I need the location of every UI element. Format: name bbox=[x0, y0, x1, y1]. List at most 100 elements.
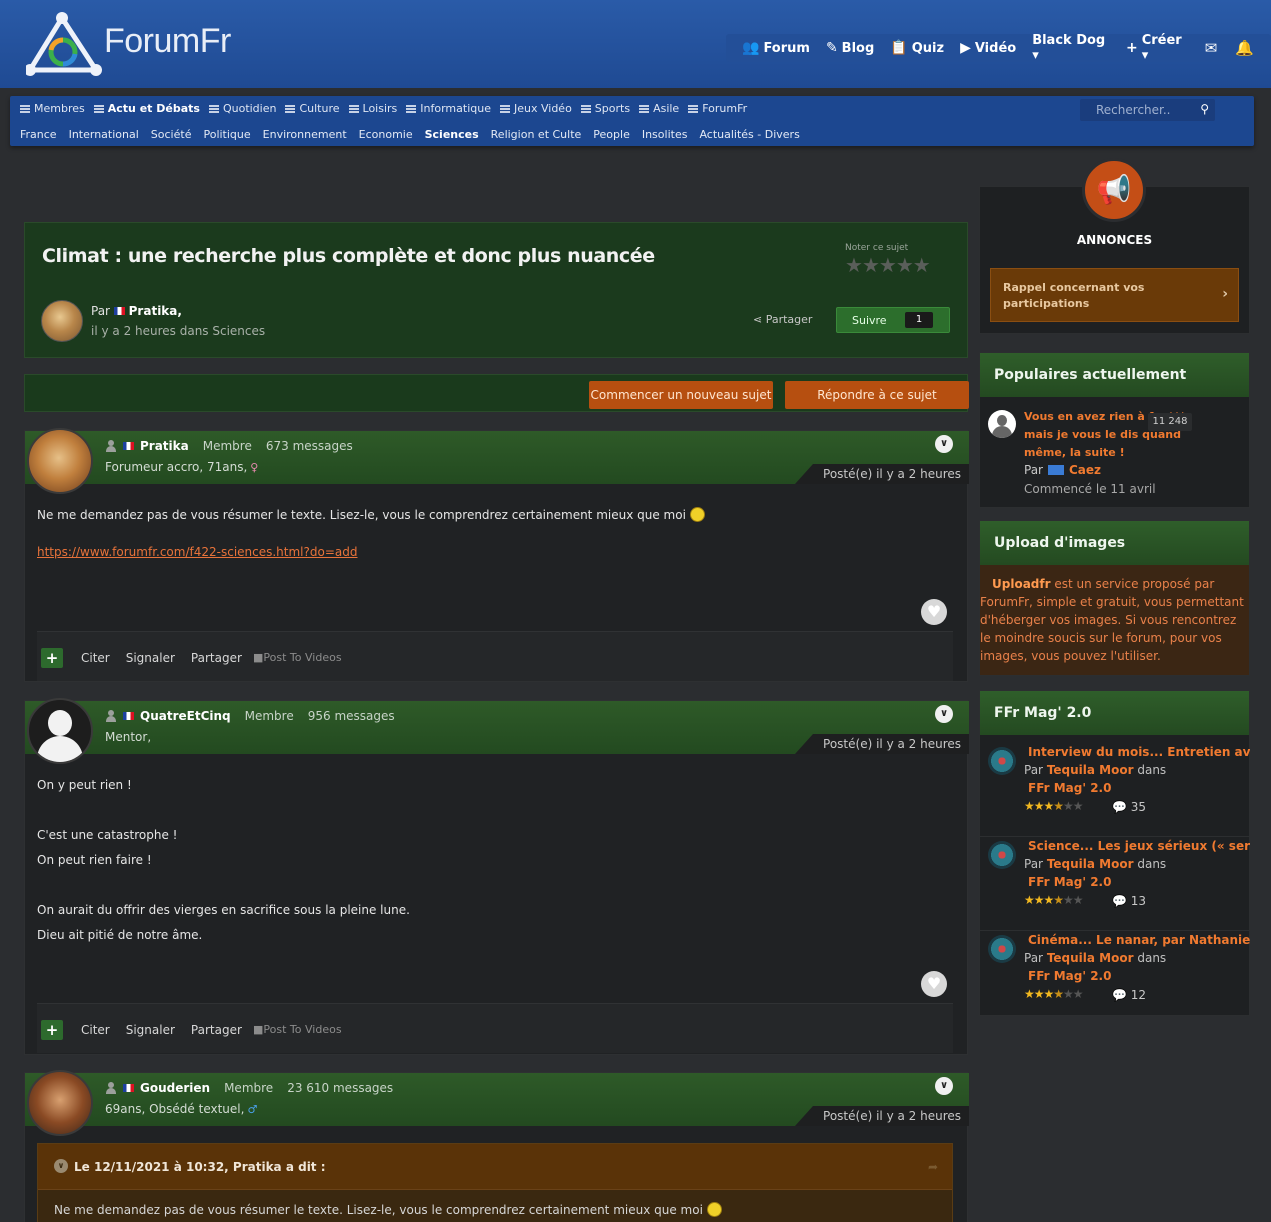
nav-blog[interactable]: ✎ Blog bbox=[818, 40, 882, 56]
cat-jeux-video[interactable]: Jeux Vidéo bbox=[499, 102, 572, 115]
post-line: On aurait du offrir des vierges en sacri… bbox=[37, 903, 410, 917]
post-to-videos-button[interactable]: ■Post To Videos bbox=[253, 1023, 342, 1036]
nav-forum[interactable]: 👥 Forum bbox=[734, 40, 818, 56]
share-button[interactable]: ⋖ Partager bbox=[753, 313, 812, 326]
star-icon[interactable]: ★ bbox=[913, 253, 931, 277]
uploadfr-link[interactable]: Uploadfr bbox=[992, 577, 1051, 591]
cat-label: Loisirs bbox=[362, 102, 398, 115]
chevron-down-icon[interactable]: ∨ bbox=[54, 1159, 68, 1173]
action-bar: Commencer un nouveau sujet Répondre à ce… bbox=[24, 374, 969, 412]
star-icon[interactable]: ★ bbox=[862, 253, 880, 277]
username[interactable]: Gouderien bbox=[140, 1081, 210, 1095]
chevron-down-icon[interactable]: ∨ bbox=[935, 435, 953, 453]
subcat-religion[interactable]: Religion et Culte bbox=[491, 128, 582, 141]
username[interactable]: QuatreEtCinq bbox=[140, 709, 231, 723]
share-arrow-icon[interactable]: ➦ bbox=[928, 1144, 938, 1190]
cat-informatique[interactable]: Informatique bbox=[406, 102, 491, 115]
mag-category-link[interactable]: FFr Mag' 2.0 bbox=[1028, 969, 1111, 983]
mag-author-name[interactable]: Tequila Moor bbox=[1047, 857, 1134, 871]
nav-video[interactable]: ▶ Vidéo bbox=[952, 40, 1024, 56]
report-button[interactable]: Signaler bbox=[126, 651, 175, 665]
nav-quiz[interactable]: 📋 Quiz bbox=[882, 40, 952, 56]
chevron-down-icon[interactable]: ∨ bbox=[935, 1077, 953, 1095]
reply-button[interactable]: Répondre à ce sujet bbox=[785, 381, 969, 409]
bell-icon[interactable]: 🔔 bbox=[1226, 39, 1263, 57]
message-count: 23 610 messages bbox=[287, 1081, 394, 1095]
mag-avatar-icon[interactable] bbox=[988, 747, 1016, 775]
cat-membres[interactable]: Membres bbox=[20, 102, 85, 115]
subcat-sciences[interactable]: Sciences bbox=[425, 128, 479, 141]
new-topic-button[interactable]: Commencer un nouveau sujet bbox=[589, 381, 773, 409]
post-link[interactable]: https://www.forumfr.com/f422-sciences.ht… bbox=[37, 545, 358, 559]
subcat-actualites-divers[interactable]: Actualités - Divers bbox=[699, 128, 799, 141]
subcat-people[interactable]: People bbox=[593, 128, 630, 141]
share-post-button[interactable]: Partager bbox=[191, 651, 242, 665]
rating-stars[interactable]: ★★★★★ bbox=[845, 253, 931, 277]
menu-icon bbox=[688, 104, 699, 113]
mag-article-link[interactable]: Science... Les jeux sérieux (« serio... bbox=[1028, 839, 1250, 853]
mag-category-link[interactable]: FFr Mag' 2.0 bbox=[1028, 875, 1111, 889]
mag-avatar-icon[interactable] bbox=[988, 841, 1016, 869]
cite-button[interactable]: Citer bbox=[81, 1023, 110, 1037]
post-to-videos-button[interactable]: ■Post To Videos bbox=[253, 651, 342, 664]
forumfr-logo[interactable]: ForumFr bbox=[24, 12, 250, 78]
quote-header[interactable]: ∨ Le 12/11/2021 à 10:32, Pratika a dit :… bbox=[38, 1144, 952, 1190]
mag-article-link[interactable]: Cinéma... Le nanar, par Nathaniel bbox=[1028, 933, 1250, 947]
subcat-economie[interactable]: Economie bbox=[359, 128, 413, 141]
mag-author-name[interactable]: Tequila Moor bbox=[1047, 763, 1134, 777]
star-icon[interactable]: ★ bbox=[879, 253, 897, 277]
subcat-politique[interactable]: Politique bbox=[203, 128, 250, 141]
multiquote-button[interactable]: + bbox=[41, 1020, 63, 1040]
post-line: C'est une catastrophe ! bbox=[37, 828, 178, 842]
menu-icon bbox=[20, 104, 30, 113]
subcat-international[interactable]: International bbox=[69, 128, 139, 141]
mag-author: Par Tequila Moor dans bbox=[1024, 763, 1166, 777]
star-icon[interactable]: ★ bbox=[845, 253, 863, 277]
posted-time: Posté(e) il y a 2 heures bbox=[795, 734, 969, 754]
multiquote-button[interactable]: + bbox=[41, 648, 63, 668]
video-icon: ▶ bbox=[960, 40, 971, 56]
cat-actu-debats[interactable]: Actu et Débats bbox=[93, 102, 200, 115]
subcat-insolites[interactable]: Insolites bbox=[642, 128, 688, 141]
mag-category-link[interactable]: FFr Mag' 2.0 bbox=[1028, 781, 1111, 795]
avatar[interactable] bbox=[988, 410, 1016, 438]
subcat-france[interactable]: France bbox=[20, 128, 57, 141]
follow-button[interactable]: Suivre 1 bbox=[836, 307, 950, 333]
nav-quiz-label: Quiz bbox=[911, 40, 945, 56]
nav-user-menu[interactable]: Black Dog ▾ bbox=[1024, 33, 1118, 63]
post-to-videos-label: Post To Videos bbox=[263, 1023, 342, 1036]
subcat-societe[interactable]: Société bbox=[151, 128, 192, 141]
avatar[interactable] bbox=[27, 1070, 93, 1136]
author-name[interactable]: Pratika, bbox=[129, 304, 182, 318]
nav-create-label: Créer ▾ bbox=[1141, 33, 1182, 63]
cat-quotidien[interactable]: Quotidien bbox=[208, 102, 276, 115]
author-avatar[interactable] bbox=[41, 300, 83, 342]
rating-stars: ★★★★★★ bbox=[1024, 799, 1084, 813]
heart-icon[interactable]: ♥ bbox=[921, 971, 947, 997]
star-icon[interactable]: ★ bbox=[896, 253, 914, 277]
search-icon[interactable]: ⚲ bbox=[1200, 102, 1209, 116]
avatar[interactable] bbox=[27, 698, 93, 764]
cite-button[interactable]: Citer bbox=[81, 651, 110, 665]
username[interactable]: Pratika bbox=[140, 439, 189, 453]
cat-asile[interactable]: Asile bbox=[639, 102, 679, 115]
share-post-button[interactable]: Partager bbox=[191, 1023, 242, 1037]
mag-author-name[interactable]: Tequila Moor bbox=[1047, 951, 1134, 965]
cat-sports[interactable]: Sports bbox=[580, 102, 630, 115]
mail-icon[interactable]: ✉ bbox=[1196, 39, 1227, 57]
mag-article-link[interactable]: Interview du mois... Entretien ave... bbox=[1028, 745, 1250, 759]
cat-culture[interactable]: Culture bbox=[285, 102, 340, 115]
popular-author-name[interactable]: Caez bbox=[1069, 463, 1101, 477]
search-input[interactable] bbox=[1080, 99, 1190, 121]
chevron-down-icon[interactable]: ∨ bbox=[935, 705, 953, 723]
cat-forumfr[interactable]: ForumFr bbox=[688, 102, 747, 115]
cat-loisirs[interactable]: Loisirs bbox=[348, 102, 398, 115]
mag-avatar-icon[interactable] bbox=[988, 935, 1016, 963]
user-title-text: Forumeur accro, 71ans, bbox=[105, 460, 248, 474]
report-button[interactable]: Signaler bbox=[126, 1023, 175, 1037]
nav-create[interactable]: + Créer ▾ bbox=[1118, 33, 1196, 63]
subcat-environnement[interactable]: Environnement bbox=[263, 128, 347, 141]
avatar[interactable] bbox=[27, 428, 93, 494]
announcement-item[interactable]: Rappel concernant vos participations › bbox=[990, 268, 1239, 322]
heart-icon[interactable]: ♥ bbox=[921, 599, 947, 625]
